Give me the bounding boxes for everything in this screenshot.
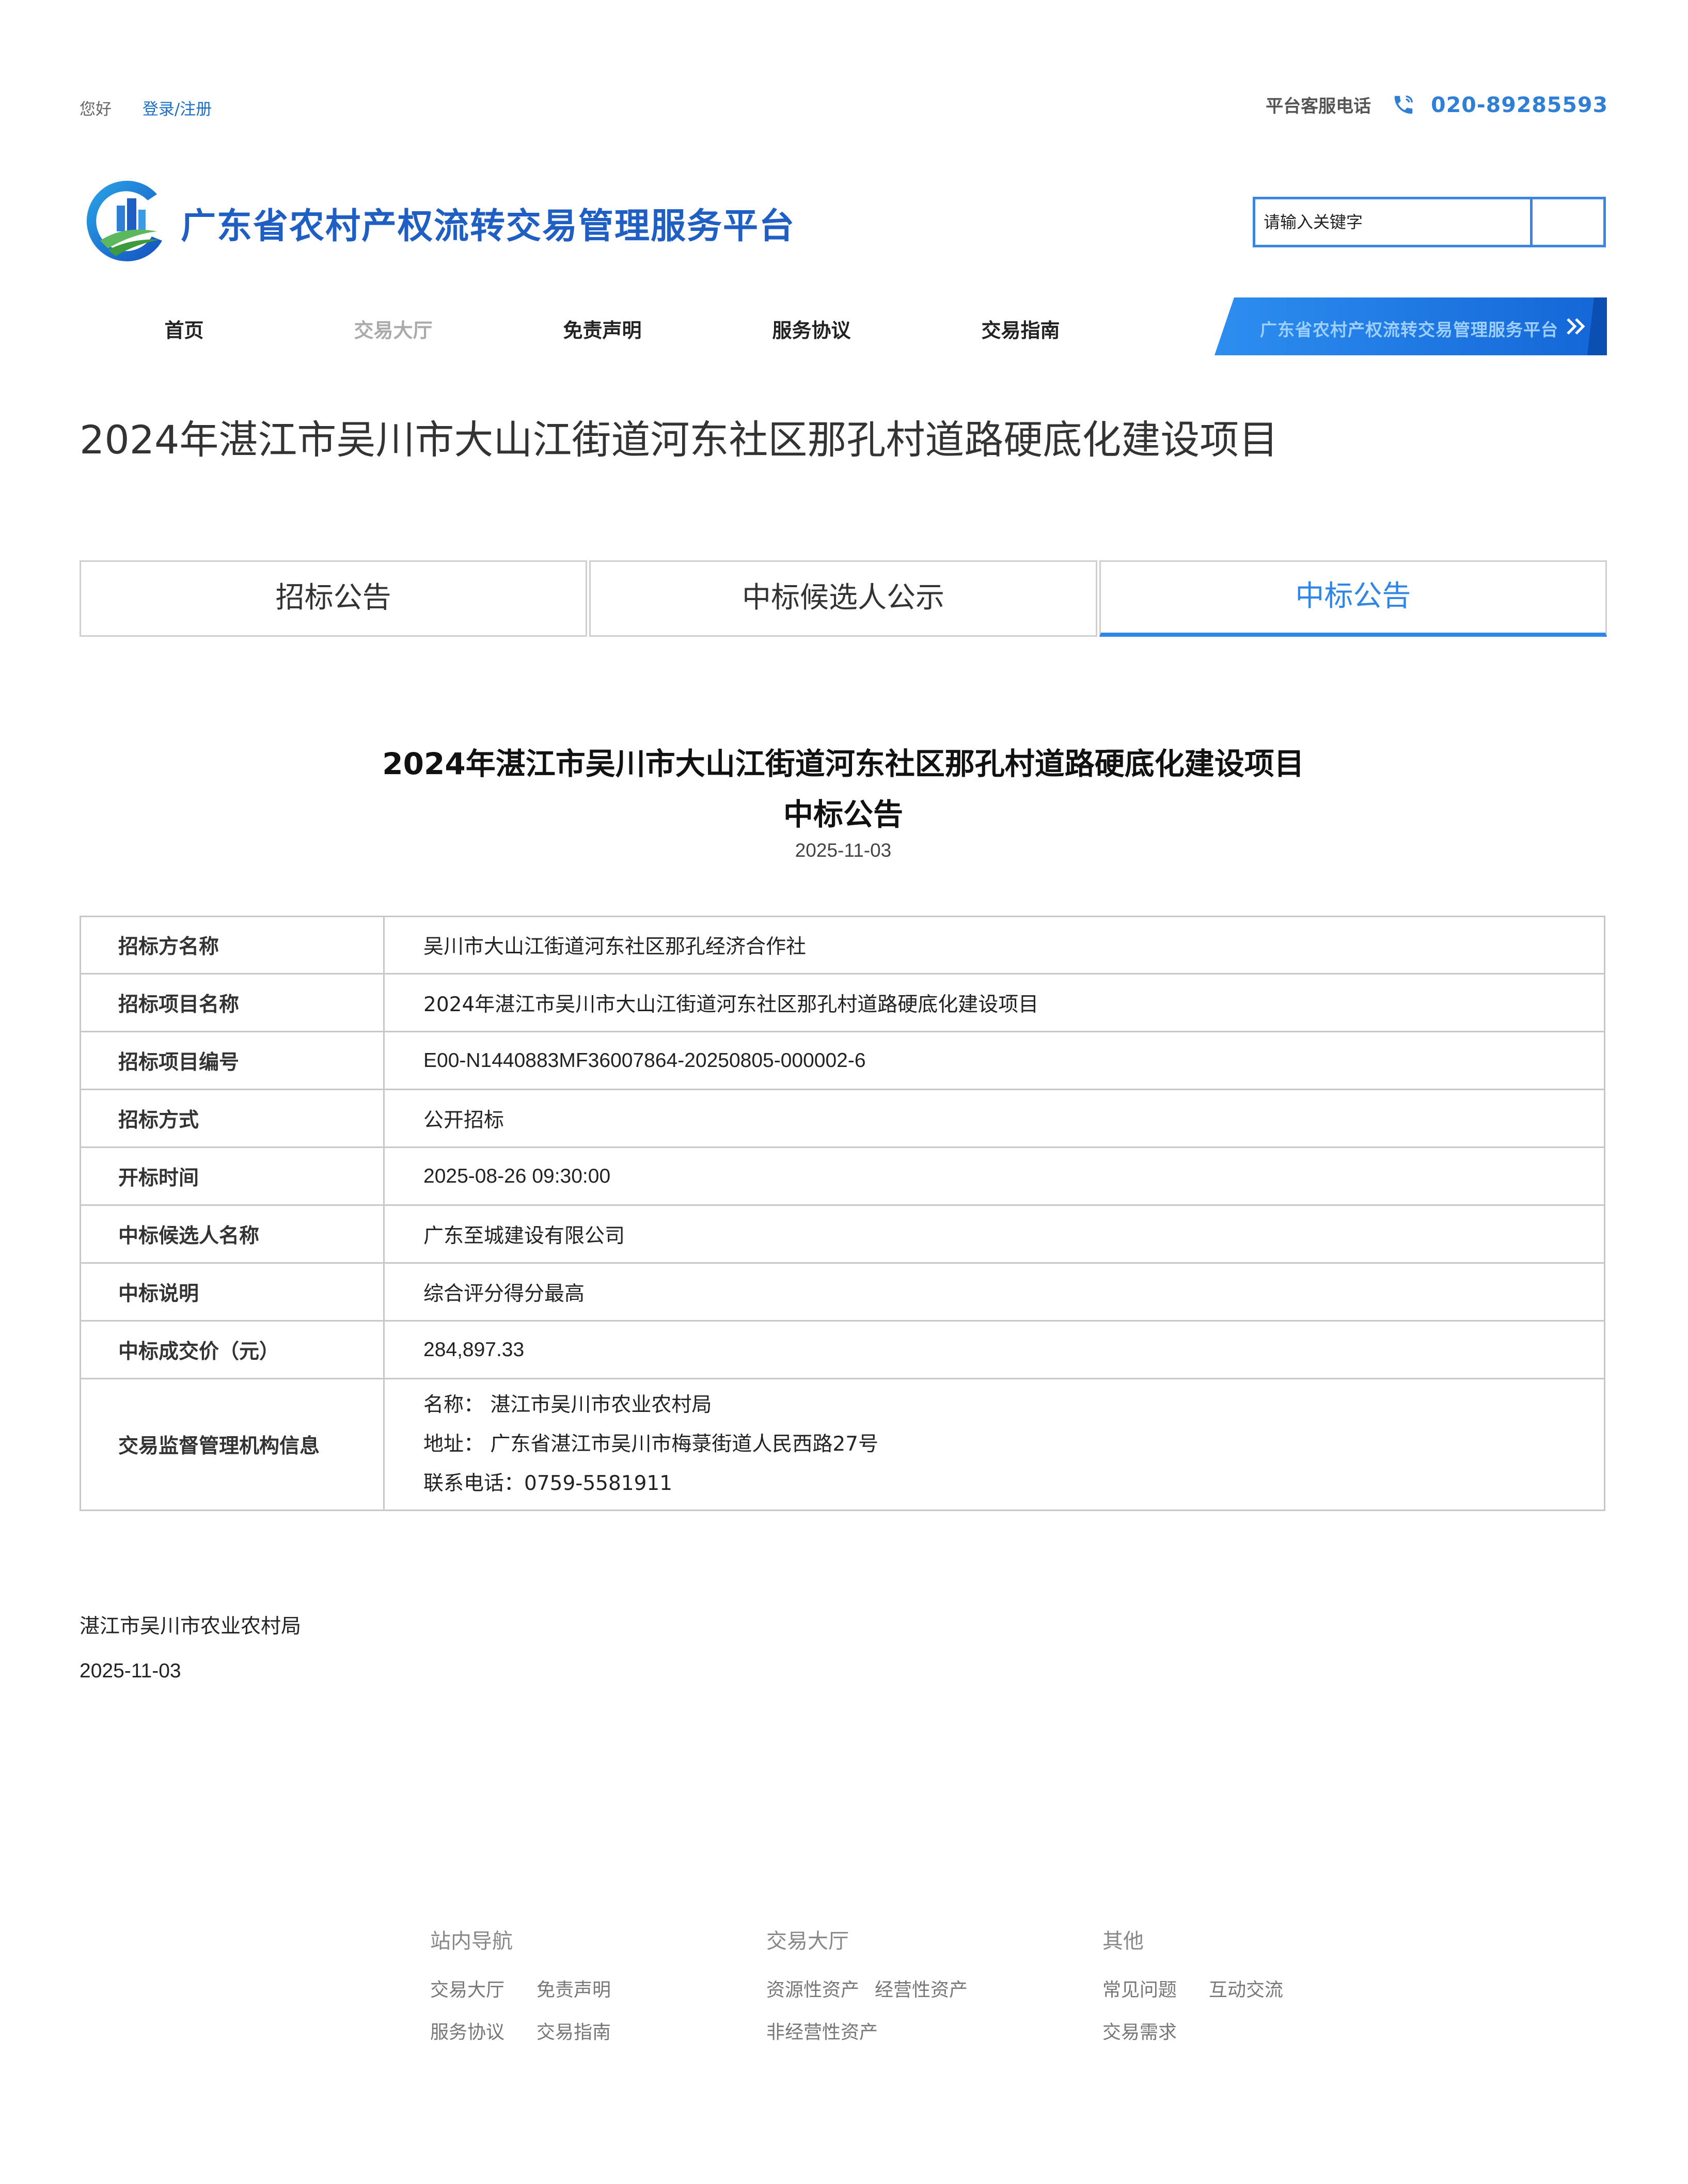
- row-key: 交易监督管理机构信息: [80, 1378, 385, 1511]
- row-value: 综合评分得分最高: [383, 1262, 1605, 1322]
- row-value: 公开招标: [383, 1089, 1605, 1148]
- nav-item-home[interactable]: 首页: [80, 315, 289, 351]
- footer-col-site-nav: 站内导航 交易大厅 免责声明 服务协议 交易指南: [430, 1924, 643, 2060]
- footer-link[interactable]: 交易需求: [1102, 2017, 1177, 2044]
- tab-award-notice[interactable]: 中标公告: [1099, 560, 1607, 637]
- row-key: 招标方式: [80, 1089, 385, 1148]
- row-key: 中标说明: [80, 1262, 385, 1322]
- row-key: 招标项目名称: [80, 973, 385, 1032]
- row-key: 中标成交价（元）: [80, 1320, 385, 1379]
- topbar-left: 您好 登录/注册: [80, 96, 212, 119]
- site-title[interactable]: 广东省农村产权流转交易管理服务平台: [181, 197, 795, 248]
- row-value: 2025-08-26 09:30:00: [383, 1146, 1605, 1206]
- tab-candidate-publicity[interactable]: 中标候选人公示: [589, 560, 1097, 637]
- row-value: E00-N1440883MF36007864-20250805-000002-6: [383, 1031, 1605, 1090]
- footer-heading: 其他: [1102, 1929, 1144, 1953]
- search-input[interactable]: [1255, 199, 1530, 245]
- nav-item-disclaimer[interactable]: 免责声明: [498, 315, 707, 351]
- table-row: 中标成交价（元） 284,897.33: [80, 1320, 1605, 1379]
- footer-col-other: 其他 常见问题 互动交流 交易需求: [1102, 1924, 1315, 2060]
- table-row: 中标候选人名称 广东至城建设有限公司: [80, 1204, 1605, 1264]
- footer-link[interactable]: 互动交流: [1209, 1975, 1283, 2002]
- row-value: 284,897.33: [383, 1320, 1605, 1379]
- footer-heading: 交易大厅: [766, 1929, 849, 1953]
- notice-tabs: 招标公告 中标候选人公示 中标公告: [80, 560, 1607, 637]
- row-value: 2024年湛江市吴川市大山江街道河东社区那孔村道路硬底化建设项目: [383, 973, 1605, 1032]
- hotline: 平台客服电话 020-89285593: [1266, 92, 1608, 117]
- row-key: 开标时间: [80, 1146, 385, 1206]
- search-button[interactable]: [1530, 199, 1603, 245]
- notice-title-line2: 中标公告: [783, 797, 903, 832]
- page-title: 2024年湛江市吴川市大山江街道河东社区那孔村道路硬底化建设项目: [80, 417, 1279, 463]
- footer-link[interactable]: 交易大厅: [430, 1975, 504, 2002]
- nav-item-trading-guide[interactable]: 交易指南: [916, 315, 1125, 351]
- table-row: 招标方名称 吴川市大山江街道河东社区那孔经济合作社: [80, 916, 1605, 975]
- supervisor-info: 名称： 湛江市吴川市农业农村局 地址： 广东省湛江市吴川市梅菉街道人民西路27号…: [383, 1378, 1605, 1511]
- footer-link[interactable]: 资源性资产: [766, 1975, 859, 2002]
- login-register-link[interactable]: 登录/注册: [143, 100, 212, 119]
- row-key: 招标项目编号: [80, 1031, 385, 1090]
- footer-col-trading-hall: 交易大厅 资源性资产 经营性资产 非经营性资产: [766, 1924, 1000, 2060]
- footer-link[interactable]: 免责声明: [537, 1975, 611, 2002]
- row-key: 招标方名称: [80, 916, 385, 975]
- footer-link[interactable]: 交易指南: [537, 2017, 611, 2044]
- main-nav: 首页 交易大厅 免责声明 服务协议 交易指南: [80, 315, 1125, 351]
- phone-icon: [1394, 95, 1413, 114]
- platform-logo-icon[interactable]: [80, 174, 167, 264]
- hotline-number: 020-89285593: [1431, 92, 1608, 117]
- nav-item-trading-hall[interactable]: 交易大厅: [289, 315, 498, 351]
- table-row: 中标说明 综合评分得分最高: [80, 1262, 1605, 1322]
- row-value: 广东至城建设有限公司: [383, 1204, 1605, 1264]
- search-box: [1253, 197, 1606, 247]
- row-value: 吴川市大山江街道河东社区那孔经济合作社: [383, 916, 1605, 975]
- supervisor-phone: 联系电话：0759-5581911: [423, 1472, 673, 1495]
- award-info-table: 招标方名称 吴川市大山江街道河东社区那孔经济合作社 招标项目名称 2024年湛江…: [80, 916, 1605, 1511]
- supervisor-name: 名称： 湛江市吴川市农业农村局: [423, 1393, 712, 1417]
- footer-link[interactable]: 常见问题: [1102, 1975, 1177, 2002]
- nav-item-service-agreement[interactable]: 服务协议: [707, 315, 916, 351]
- footer-link[interactable]: 经营性资产: [875, 1975, 968, 2002]
- footer-heading: 站内导航: [430, 1929, 513, 1953]
- table-row: 招标方式 公开招标: [80, 1089, 1605, 1148]
- tab-tender-notice[interactable]: 招标公告: [80, 560, 588, 637]
- row-key: 中标候选人名称: [80, 1204, 385, 1264]
- footer-link[interactable]: 非经营性资产: [766, 2017, 878, 2044]
- table-row: 交易监督管理机构信息 名称： 湛江市吴川市农业农村局 地址： 广东省湛江市吴川市…: [80, 1378, 1605, 1511]
- hotline-label: 平台客服电话: [1266, 96, 1371, 117]
- table-row: 招标项目编号 E00-N1440883MF36007864-20250805-0…: [80, 1031, 1605, 1090]
- footer-link[interactable]: 服务协议: [430, 2017, 504, 2044]
- signature-org: 湛江市吴川市农业农村局: [80, 1615, 302, 1638]
- table-row: 开标时间 2025-08-26 09:30:00: [80, 1146, 1605, 1206]
- signature-date: 2025-11-03: [80, 1660, 181, 1682]
- notice-title-line1: 2024年湛江市吴川市大山江街道河东社区那孔村道路硬底化建设项目: [382, 746, 1304, 781]
- supervisor-address: 地址： 广东省湛江市吴川市梅菉街道人民西路27号: [423, 1433, 879, 1456]
- greeting-text: 您好: [80, 100, 112, 119]
- table-row: 招标项目名称 2024年湛江市吴川市大山江街道河东社区那孔村道路硬底化建设项目: [80, 973, 1605, 1032]
- notice-date: 2025-11-03: [795, 840, 892, 861]
- banner-label: 广东省农村产权流转交易管理服务平台: [1260, 320, 1558, 340]
